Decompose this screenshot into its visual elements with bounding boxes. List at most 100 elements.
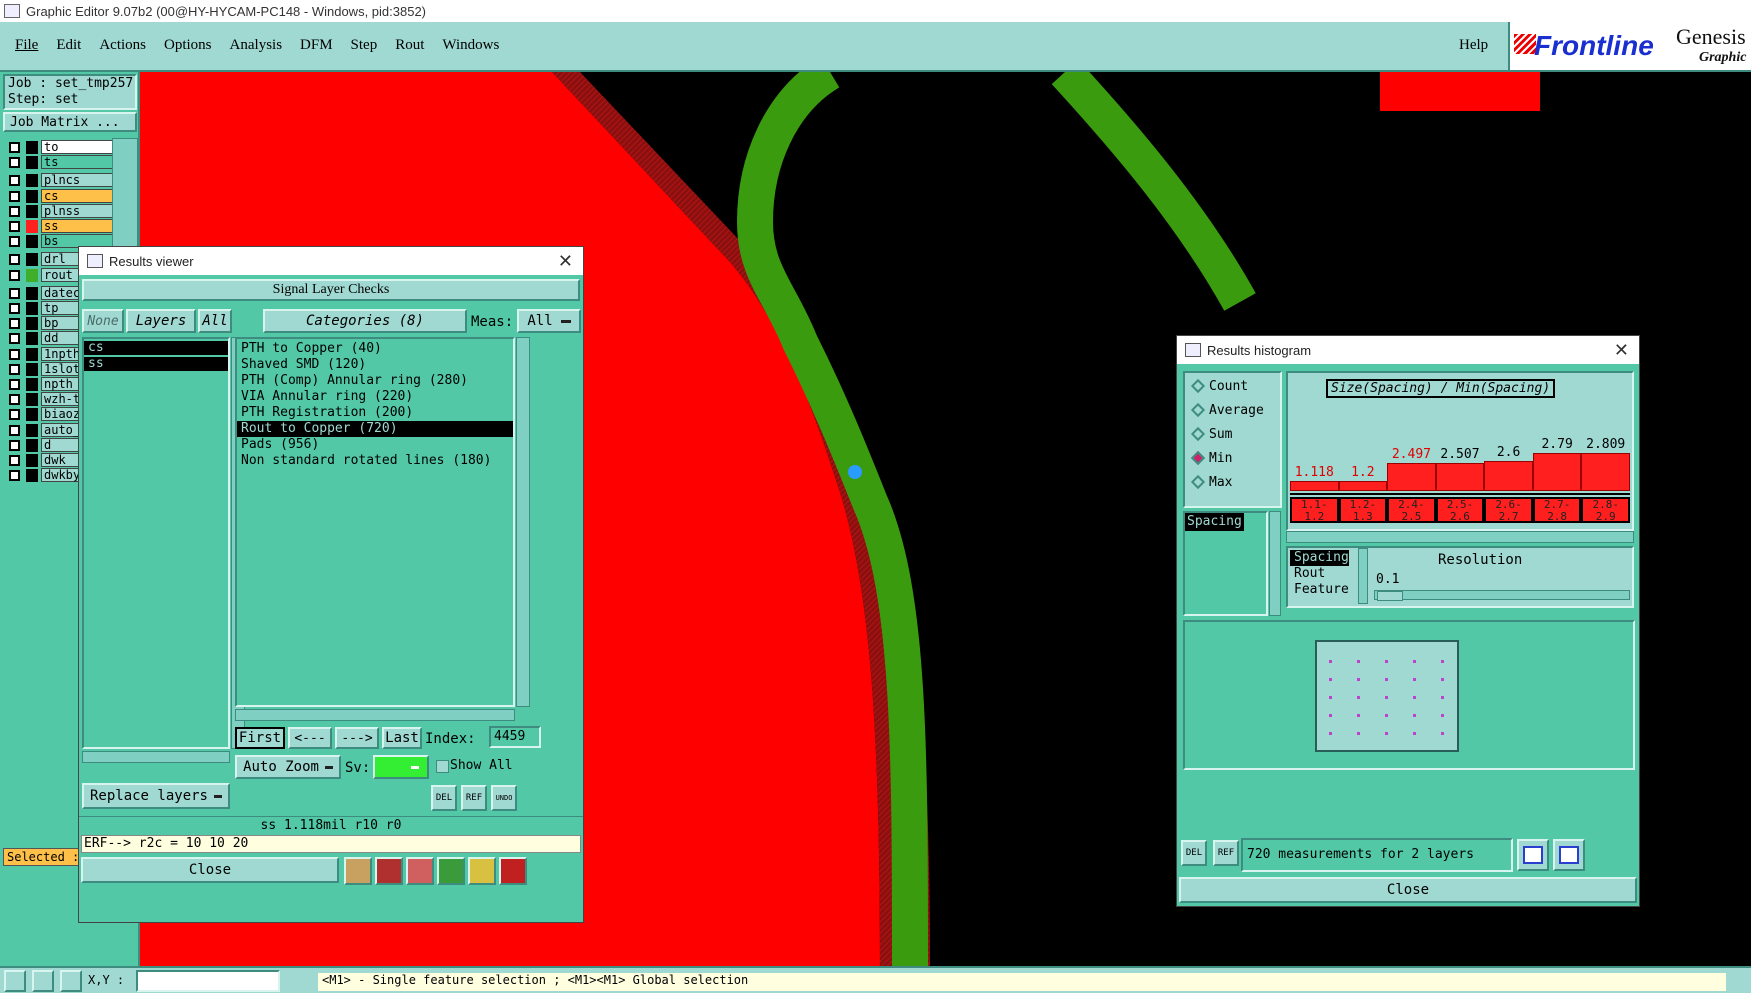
replace-layers-dropdown[interactable]: Replace layers: [82, 783, 230, 809]
layer-checkbox[interactable]: [9, 303, 20, 314]
menu-windows[interactable]: Windows: [442, 37, 499, 54]
check-tool-icon[interactable]: [32, 970, 54, 992]
layer-name[interactable]: cs: [41, 188, 117, 203]
mode-radio-min[interactable]: Min: [1185, 449, 1280, 469]
mode-radio-count[interactable]: Count: [1185, 377, 1280, 397]
list-item[interactable]: PTH to Copper (40): [237, 341, 513, 357]
layer-checkbox[interactable]: [9, 363, 20, 375]
menu-options[interactable]: Options: [164, 37, 212, 54]
layer-checkbox[interactable]: [9, 157, 20, 169]
mode-radio-sum[interactable]: Sum: [1185, 425, 1280, 445]
list-item[interactable]: Shaved SMD (120): [237, 357, 513, 373]
list-item[interactable]: cs: [84, 341, 228, 355]
layer-checkbox[interactable]: [9, 142, 20, 153]
delete-icon[interactable]: DEL: [1181, 840, 1207, 866]
select-tool-icon[interactable]: [4, 970, 26, 992]
all-button[interactable]: All: [198, 309, 232, 333]
mode-radio-max[interactable]: Max: [1185, 473, 1280, 493]
histogram-bar[interactable]: [1484, 461, 1533, 491]
layer-name[interactable]: ts: [41, 155, 117, 170]
histogram-bin-label[interactable]: 1.1- 1.2: [1290, 497, 1339, 523]
list-item[interactable]: Feature: [1290, 582, 1356, 598]
job-matrix-button[interactable]: Job Matrix ...: [3, 112, 137, 132]
undo-icon[interactable]: UNDO: [491, 785, 517, 811]
layer-results-list[interactable]: cs ss: [82, 337, 230, 749]
list-item[interactable]: Spacing: [1185, 513, 1244, 531]
none-button[interactable]: None: [82, 309, 124, 333]
tool-icon-1[interactable]: [344, 857, 372, 885]
zoom-fit-icon[interactable]: [1517, 839, 1549, 871]
close-icon[interactable]: ✕: [558, 251, 573, 272]
last-button[interactable]: Last: [382, 727, 422, 749]
histogram-bin-label[interactable]: 2.8- 2.9: [1581, 497, 1630, 523]
histogram-bar[interactable]: [1581, 453, 1630, 491]
list-item[interactable]: Non standard rotated lines (180): [237, 453, 513, 469]
layer-list-hscroll[interactable]: [82, 751, 230, 763]
chart-icon[interactable]: [499, 857, 527, 885]
meas-dropdown[interactable]: All: [517, 309, 581, 333]
layers-button[interactable]: Layers: [126, 309, 196, 333]
histogram-bar[interactable]: [1435, 463, 1485, 491]
close-icon[interactable]: ✕: [1614, 340, 1629, 361]
tool-icon-3[interactable]: [406, 857, 434, 885]
layer-checkbox[interactable]: [9, 236, 20, 248]
layer-checkbox[interactable]: [9, 318, 20, 330]
categories-scrollbar[interactable]: [516, 337, 530, 707]
layer-checkbox[interactable]: [9, 439, 20, 451]
histogram-bin-label[interactable]: 1.2- 1.3: [1338, 497, 1388, 523]
histogram-bin-label[interactable]: 2.6- 2.7: [1484, 497, 1533, 523]
auto-zoom-dropdown[interactable]: Auto Zoom: [235, 755, 341, 779]
layer-checkbox[interactable]: [9, 269, 20, 281]
layer-checkbox[interactable]: [9, 379, 20, 390]
refresh-results-icon[interactable]: REF: [461, 785, 487, 811]
layer-checkbox[interactable]: [9, 175, 20, 187]
histogram-bar[interactable]: [1532, 453, 1582, 491]
list-item[interactable]: Rout: [1290, 566, 1356, 582]
categories-list[interactable]: PTH to Copper (40) Shaved SMD (120) PTH (C…: [235, 337, 515, 707]
layer-name[interactable]: plncs: [41, 173, 117, 188]
next-button[interactable]: --->: [335, 727, 379, 749]
tool-icon-4[interactable]: [437, 857, 465, 885]
list-item[interactable]: ss: [84, 357, 228, 371]
menu-file[interactable]: File: [15, 37, 38, 54]
list-item[interactable]: PTH Registration (200): [237, 405, 513, 421]
histogram-bin-label[interactable]: 2.4- 2.5: [1387, 497, 1436, 523]
sv-color-dropdown[interactable]: [373, 755, 429, 779]
measure-type-list[interactable]: Spacing: [1183, 511, 1268, 616]
histogram-bar[interactable]: [1387, 463, 1436, 491]
layer-checkbox[interactable]: [9, 409, 20, 421]
close-button[interactable]: Close: [81, 857, 339, 883]
layer-checkbox[interactable]: [9, 348, 20, 360]
zoom-out-icon[interactable]: [1553, 839, 1585, 871]
tool-icon-2[interactable]: [375, 857, 403, 885]
list-item[interactable]: PTH (Comp) Annular ring (280): [237, 373, 513, 389]
slider-thumb[interactable]: [1377, 591, 1403, 601]
menu-help[interactable]: Help: [1459, 37, 1488, 54]
histogram-close-button[interactable]: Close: [1179, 877, 1637, 903]
layer-name[interactable]: plnss: [41, 203, 117, 218]
layer-checkbox[interactable]: [9, 333, 20, 345]
list-item[interactable]: Spacing: [1290, 550, 1349, 566]
refresh-icon[interactable]: REF: [1213, 840, 1239, 866]
list-item[interactable]: Rout to Copper (720): [237, 421, 513, 437]
layer-checkbox[interactable]: [9, 287, 20, 299]
layer-checkbox[interactable]: [9, 455, 20, 466]
menu-analysis[interactable]: Analysis: [230, 37, 283, 54]
grid-tool-icon[interactable]: [60, 970, 82, 992]
layer-name[interactable]: to: [41, 140, 115, 154]
index-field[interactable]: 4459: [489, 726, 541, 748]
layer-checkbox[interactable]: [9, 470, 20, 482]
layer-checkbox[interactable]: [9, 205, 20, 217]
type-list-scrollbar[interactable]: [1269, 511, 1281, 616]
first-button[interactable]: First: [235, 727, 285, 749]
layer-checkbox[interactable]: [9, 190, 20, 202]
histogram-bin-label[interactable]: 2.7- 2.8: [1532, 497, 1582, 523]
layer-name[interactable]: ss: [41, 219, 117, 233]
layer-checkbox[interactable]: [9, 254, 20, 266]
mode-radio-average[interactable]: Average: [1185, 401, 1280, 421]
list-item[interactable]: Pads (956): [237, 437, 513, 453]
show-all-checkbox[interactable]: [436, 760, 449, 773]
type-scrollbar[interactable]: [1358, 548, 1368, 604]
histogram-bar[interactable]: [1338, 481, 1388, 491]
tool-icon-5[interactable]: [468, 857, 496, 885]
